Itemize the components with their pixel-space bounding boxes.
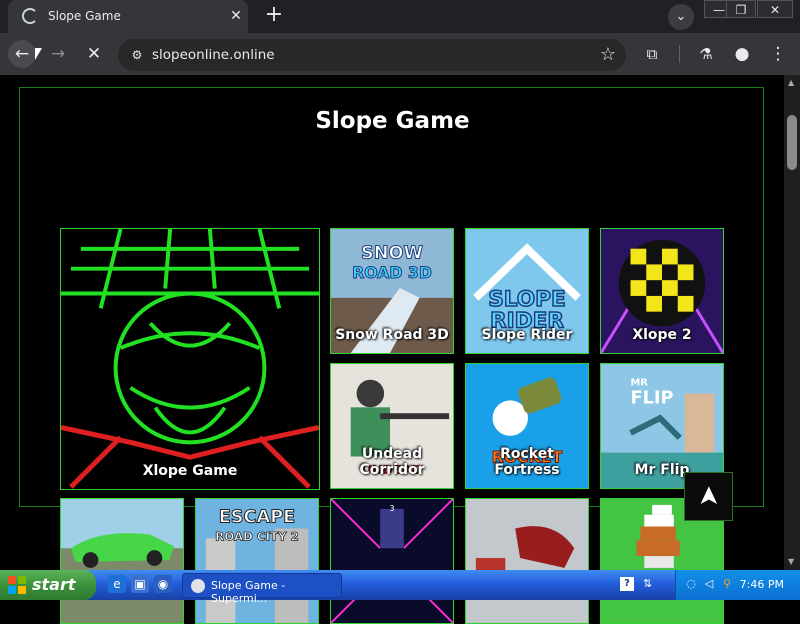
- game-card-snow-road-3d[interactable]: SNOW ROAD 3D Snow Road 3D: [330, 228, 454, 354]
- svg-text:3: 3: [389, 504, 394, 513]
- tab-strip: Slope Game ✕ + ⌄ — ❐ ✕: [0, 0, 800, 33]
- media-player-icon[interactable]: ▣: [131, 575, 149, 593]
- restore-button[interactable]: ❐: [726, 0, 756, 18]
- game-label: Snow Road 3D: [335, 327, 449, 343]
- game-card-car-racing[interactable]: [60, 498, 184, 624]
- taskbar-item-title: Slope Game - Supermi...: [211, 579, 286, 605]
- browser-toolbar: ← → ✕ ⚙ slopeonline.online ☆ ⧉ ⚗ ● ⋮: [0, 33, 800, 75]
- mouse-cursor-icon: [35, 48, 49, 60]
- scroll-up-icon[interactable]: ▲: [788, 78, 794, 87]
- menu-kebab-icon[interactable]: ⋮: [764, 40, 792, 68]
- help-icon[interactable]: ?: [620, 577, 634, 591]
- close-window-button[interactable]: ✕: [757, 0, 793, 18]
- tab-slope-game[interactable]: Slope Game ✕: [8, 0, 248, 33]
- start-label: start: [32, 575, 76, 594]
- internet-explorer-icon[interactable]: e: [108, 575, 126, 593]
- svg-text:FLIP: FLIP: [631, 388, 674, 408]
- profile-icon[interactable]: ●: [728, 40, 756, 68]
- site-info-icon[interactable]: ⚙: [128, 46, 146, 64]
- svg-text:SNOW: SNOW: [361, 244, 423, 264]
- game-label: Undead Corridor: [359, 446, 425, 478]
- tray-volume-icon[interactable]: ◁: [702, 577, 716, 591]
- svg-text:ESCAPE: ESCAPE: [219, 508, 296, 528]
- back-to-top-button[interactable]: ➤: [684, 472, 733, 521]
- xlope-game-art: [61, 229, 319, 489]
- game-card-xlope-2[interactable]: Xlope 2: [600, 228, 724, 354]
- site-favicon-icon: [22, 8, 38, 24]
- outlook-icon[interactable]: ◉: [154, 575, 172, 593]
- neon-tunnel-art: 3: [331, 499, 453, 623]
- taskbar-item-slope-game[interactable]: Slope Game - Supermi...: [182, 573, 342, 605]
- tab-title: Slope Game: [48, 9, 121, 23]
- game-label: Xlope 2: [632, 327, 692, 343]
- games-panel: Slope Game Xlope Game SNOW ROAD 3D Snow …: [19, 87, 764, 624]
- back-button[interactable]: ←: [8, 40, 36, 68]
- tray-search-icon[interactable]: ⚲: [720, 577, 734, 591]
- chrome-icon: [191, 579, 205, 593]
- game-label: Slope Rider: [481, 327, 573, 343]
- scroll-down-icon[interactable]: ▼: [788, 557, 794, 566]
- page-scrollbar[interactable]: ▲ ▼: [784, 75, 800, 570]
- toolbar-divider: [679, 45, 680, 63]
- network-icon[interactable]: ⇅: [643, 577, 652, 590]
- game-card-undead-corridor[interactable]: UNDEAD Undead Corridor: [330, 363, 454, 489]
- game-label: Rocket Fortress: [494, 446, 560, 478]
- motorbike-art: [466, 499, 588, 623]
- game-card-escape-road-city-2[interactable]: ESCAPE ROAD CITY 2: [195, 498, 319, 624]
- game-label: Xlope Game: [142, 463, 238, 479]
- arrow-up-icon: ➤: [693, 485, 724, 507]
- svg-text:ROAD 3D: ROAD 3D: [352, 263, 432, 282]
- sports-car-art: [61, 499, 183, 623]
- svg-text:MR: MR: [631, 378, 649, 389]
- url-text[interactable]: slopeonline.online: [152, 47, 275, 63]
- svg-text:ROAD CITY 2: ROAD CITY 2: [215, 529, 299, 543]
- stop-loading-button[interactable]: ✕: [80, 40, 108, 68]
- new-tab-button[interactable]: +: [262, 4, 286, 28]
- system-tray: ◌ ◁ ⚲ 7:46 PM: [675, 570, 800, 600]
- game-card-slope-rider[interactable]: SLOPE RIDER Slope Rider: [465, 228, 589, 354]
- labs-flask-icon[interactable]: ⚗: [692, 40, 720, 68]
- page-title: Slope Game: [315, 108, 470, 134]
- game-card-xlope-game[interactable]: Xlope Game: [60, 228, 320, 490]
- address-bar[interactable]: ⚙ slopeonline.online ☆: [118, 39, 626, 71]
- bookmark-star-icon[interactable]: ☆: [600, 44, 616, 65]
- tab-search-button[interactable]: ⌄: [668, 4, 694, 30]
- extensions-icon[interactable]: ⧉: [638, 40, 666, 68]
- game-card-moto-race[interactable]: [465, 498, 589, 624]
- game-card-mr-flip[interactable]: MR FLIP Mr Flip: [600, 363, 724, 489]
- start-button[interactable]: start: [0, 570, 96, 600]
- clock: 7:46 PM: [739, 578, 784, 591]
- game-card-rocket-fortress[interactable]: ROCKET Rocket Fortress: [465, 363, 589, 489]
- tray-network-icon[interactable]: ◌: [684, 577, 698, 591]
- windows-logo-icon: [8, 576, 26, 594]
- game-card-neon-tunnel[interactable]: 3: [330, 498, 454, 624]
- scrollbar-thumb[interactable]: [787, 115, 797, 170]
- tab-close-icon[interactable]: ✕: [226, 6, 246, 26]
